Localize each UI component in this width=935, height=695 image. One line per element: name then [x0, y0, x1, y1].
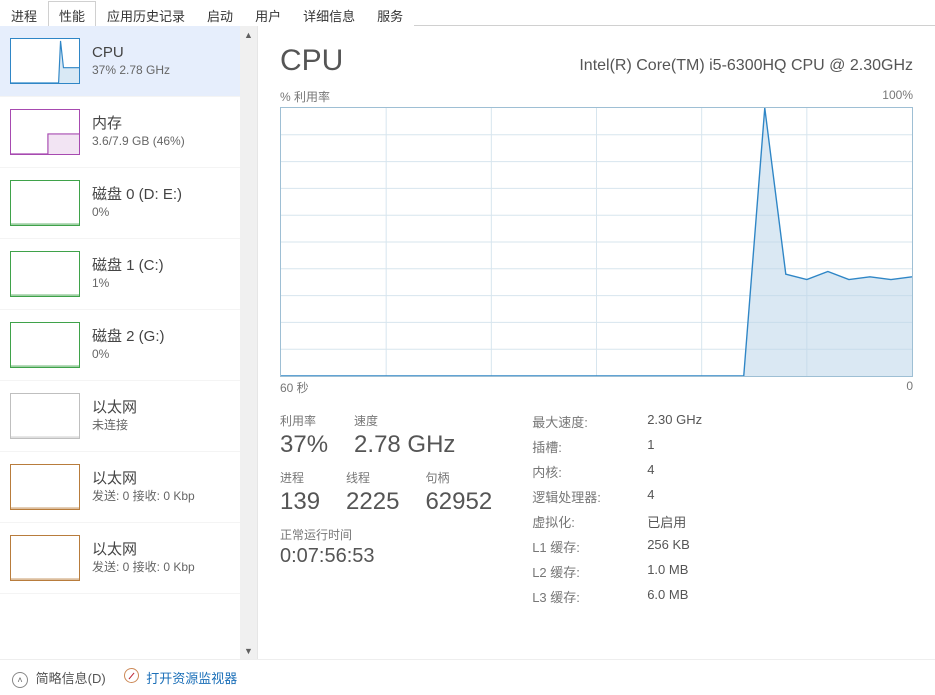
info-val-0: 2.30 GHz: [647, 412, 702, 431]
info-key-7: L3 缓存:: [532, 587, 627, 606]
sidebar-item-2[interactable]: 磁盘 0 (D: E:) 0%: [0, 168, 240, 239]
chart-x-left: 60 秒: [280, 379, 309, 396]
tab-0[interactable]: 进程: [0, 1, 48, 26]
sidebar-thumb-1: [10, 109, 80, 155]
uptime-value: 0:07:56:53: [280, 545, 492, 568]
sidebar-item-title: 内存: [92, 114, 185, 134]
scroll-down-icon[interactable]: ▼: [240, 642, 257, 659]
sidebar-item-title: 磁盘 2 (G:): [92, 327, 165, 347]
tab-bar: 进程性能应用历史记录启动用户详细信息服务: [0, 0, 935, 26]
stat-label: 利用率: [280, 412, 328, 429]
footer-bar: ˄ 简略信息(D) 打开资源监视器: [0, 659, 935, 695]
resource-monitor-icon: [124, 668, 139, 683]
sidebar-item-sub: 发送: 0 接收: 0 Kbp: [92, 559, 195, 576]
info-val-4: 已启用: [647, 512, 702, 531]
stat-label: 速度: [354, 412, 455, 429]
stat-value: 2225: [346, 488, 399, 516]
stat-label: 进程: [280, 469, 320, 486]
sidebar-item-sub: 发送: 0 接收: 0 Kbp: [92, 488, 195, 505]
uptime-label: 正常运行时间: [280, 526, 492, 543]
sidebar-item-5[interactable]: 以太网 未连接: [0, 381, 240, 452]
stat-label: 线程: [346, 469, 399, 486]
info-val-3: 4: [647, 487, 702, 506]
sidebar-thumb-0: [10, 38, 80, 84]
sidebar-item-sub: 1%: [92, 275, 164, 292]
chevron-up-icon: ˄: [12, 672, 28, 688]
fewer-details-label: 简略信息(D): [36, 671, 106, 686]
detail-subtitle: Intel(R) Core(TM) i5-6300HQ CPU @ 2.30GH…: [579, 57, 913, 75]
sidebar-item-sub: 37% 2.78 GHz: [92, 62, 170, 79]
sidebar-item-sub: 3.6/7.9 GB (46%): [92, 133, 185, 150]
sidebar-item-4[interactable]: 磁盘 2 (G:) 0%: [0, 310, 240, 381]
open-resource-monitor-link[interactable]: 打开资源监视器: [124, 668, 238, 687]
tab-1[interactable]: 性能: [48, 1, 96, 26]
sidebar-item-3[interactable]: 磁盘 1 (C:) 1%: [0, 239, 240, 310]
scroll-up-icon[interactable]: ▲: [240, 26, 257, 43]
info-val-5: 256 KB: [647, 537, 702, 556]
chart-y-max: 100%: [882, 88, 913, 105]
tab-2[interactable]: 应用历史记录: [96, 1, 196, 26]
info-key-0: 最大速度:: [532, 412, 627, 431]
stat-value: 139: [280, 488, 320, 516]
tab-5[interactable]: 详细信息: [292, 1, 366, 26]
resource-monitor-label: 打开资源监视器: [146, 671, 237, 686]
tab-4[interactable]: 用户: [244, 1, 292, 26]
tab-6[interactable]: 服务: [366, 1, 414, 26]
info-val-1: 1: [647, 437, 702, 456]
bigrow2-cell-1: 线程 2225: [346, 469, 399, 516]
sidebar-item-title: 以太网: [92, 398, 137, 418]
sidebar-item-6[interactable]: 以太网 发送: 0 接收: 0 Kbp: [0, 452, 240, 523]
fewer-details-button[interactable]: ˄ 简略信息(D): [12, 668, 106, 688]
sidebar-thumb-3: [10, 251, 80, 297]
sidebar-item-1[interactable]: 内存 3.6/7.9 GB (46%): [0, 97, 240, 168]
tab-3[interactable]: 启动: [196, 1, 244, 26]
chart-x-right: 0: [906, 379, 913, 396]
info-val-7: 6.0 MB: [647, 587, 702, 606]
info-key-2: 内核:: [532, 462, 627, 481]
chart-y-label: % 利用率: [280, 88, 330, 105]
sidebar-item-title: CPU: [92, 43, 170, 63]
stat-value: 37%: [280, 431, 328, 459]
bigrow2-cell-2: 句柄 62952: [425, 469, 492, 516]
info-key-1: 插槽:: [532, 437, 627, 456]
detail-title: CPU: [280, 44, 343, 78]
stat-value: 62952: [425, 488, 492, 516]
info-val-2: 4: [647, 462, 702, 481]
sidebar-item-7[interactable]: 以太网 发送: 0 接收: 0 Kbp: [0, 523, 240, 594]
stat-label: 句柄: [425, 469, 492, 486]
sidebar-item-title: 以太网: [92, 540, 195, 560]
sidebar-item-sub: 0%: [92, 204, 182, 221]
perf-sidebar: CPU 37% 2.78 GHz 内存 3.6/7.9 GB (46%) 磁盘 …: [0, 26, 240, 659]
cpu-utilization-chart[interactable]: [280, 107, 913, 377]
bigrow1-cell-1: 速度 2.78 GHz: [354, 412, 455, 459]
sidebar-item-title: 以太网: [92, 469, 195, 489]
info-key-6: L2 缓存:: [532, 562, 627, 581]
sidebar-thumb-6: [10, 464, 80, 510]
info-key-4: 虚拟化:: [532, 512, 627, 531]
sidebar-thumb-4: [10, 322, 80, 368]
sidebar-item-title: 磁盘 1 (C:): [92, 256, 164, 276]
bigrow2-cell-0: 进程 139: [280, 469, 320, 516]
sidebar-item-0[interactable]: CPU 37% 2.78 GHz: [0, 26, 240, 97]
sidebar-thumb-2: [10, 180, 80, 226]
sidebar-scrollbar[interactable]: ▲ ▼: [240, 26, 257, 659]
cpu-detail-pane: CPU Intel(R) Core(TM) i5-6300HQ CPU @ 2.…: [258, 26, 935, 659]
sidebar-thumb-5: [10, 393, 80, 439]
info-key-3: 逻辑处理器:: [532, 487, 627, 506]
cpu-info-table: 最大速度: 2.30 GHz 插槽: 1 内核: 4 逻辑处理器: 4 虚拟化: 已启用 L1 缓存…: [532, 412, 702, 606]
sidebar-item-title: 磁盘 0 (D: E:): [92, 185, 182, 205]
sidebar-item-sub: 未连接: [92, 417, 137, 434]
info-val-6: 1.0 MB: [647, 562, 702, 581]
sidebar-item-sub: 0%: [92, 346, 165, 363]
stat-value: 2.78 GHz: [354, 431, 455, 459]
bigrow1-cell-0: 利用率 37%: [280, 412, 328, 459]
info-key-5: L1 缓存:: [532, 537, 627, 556]
sidebar-thumb-7: [10, 535, 80, 581]
